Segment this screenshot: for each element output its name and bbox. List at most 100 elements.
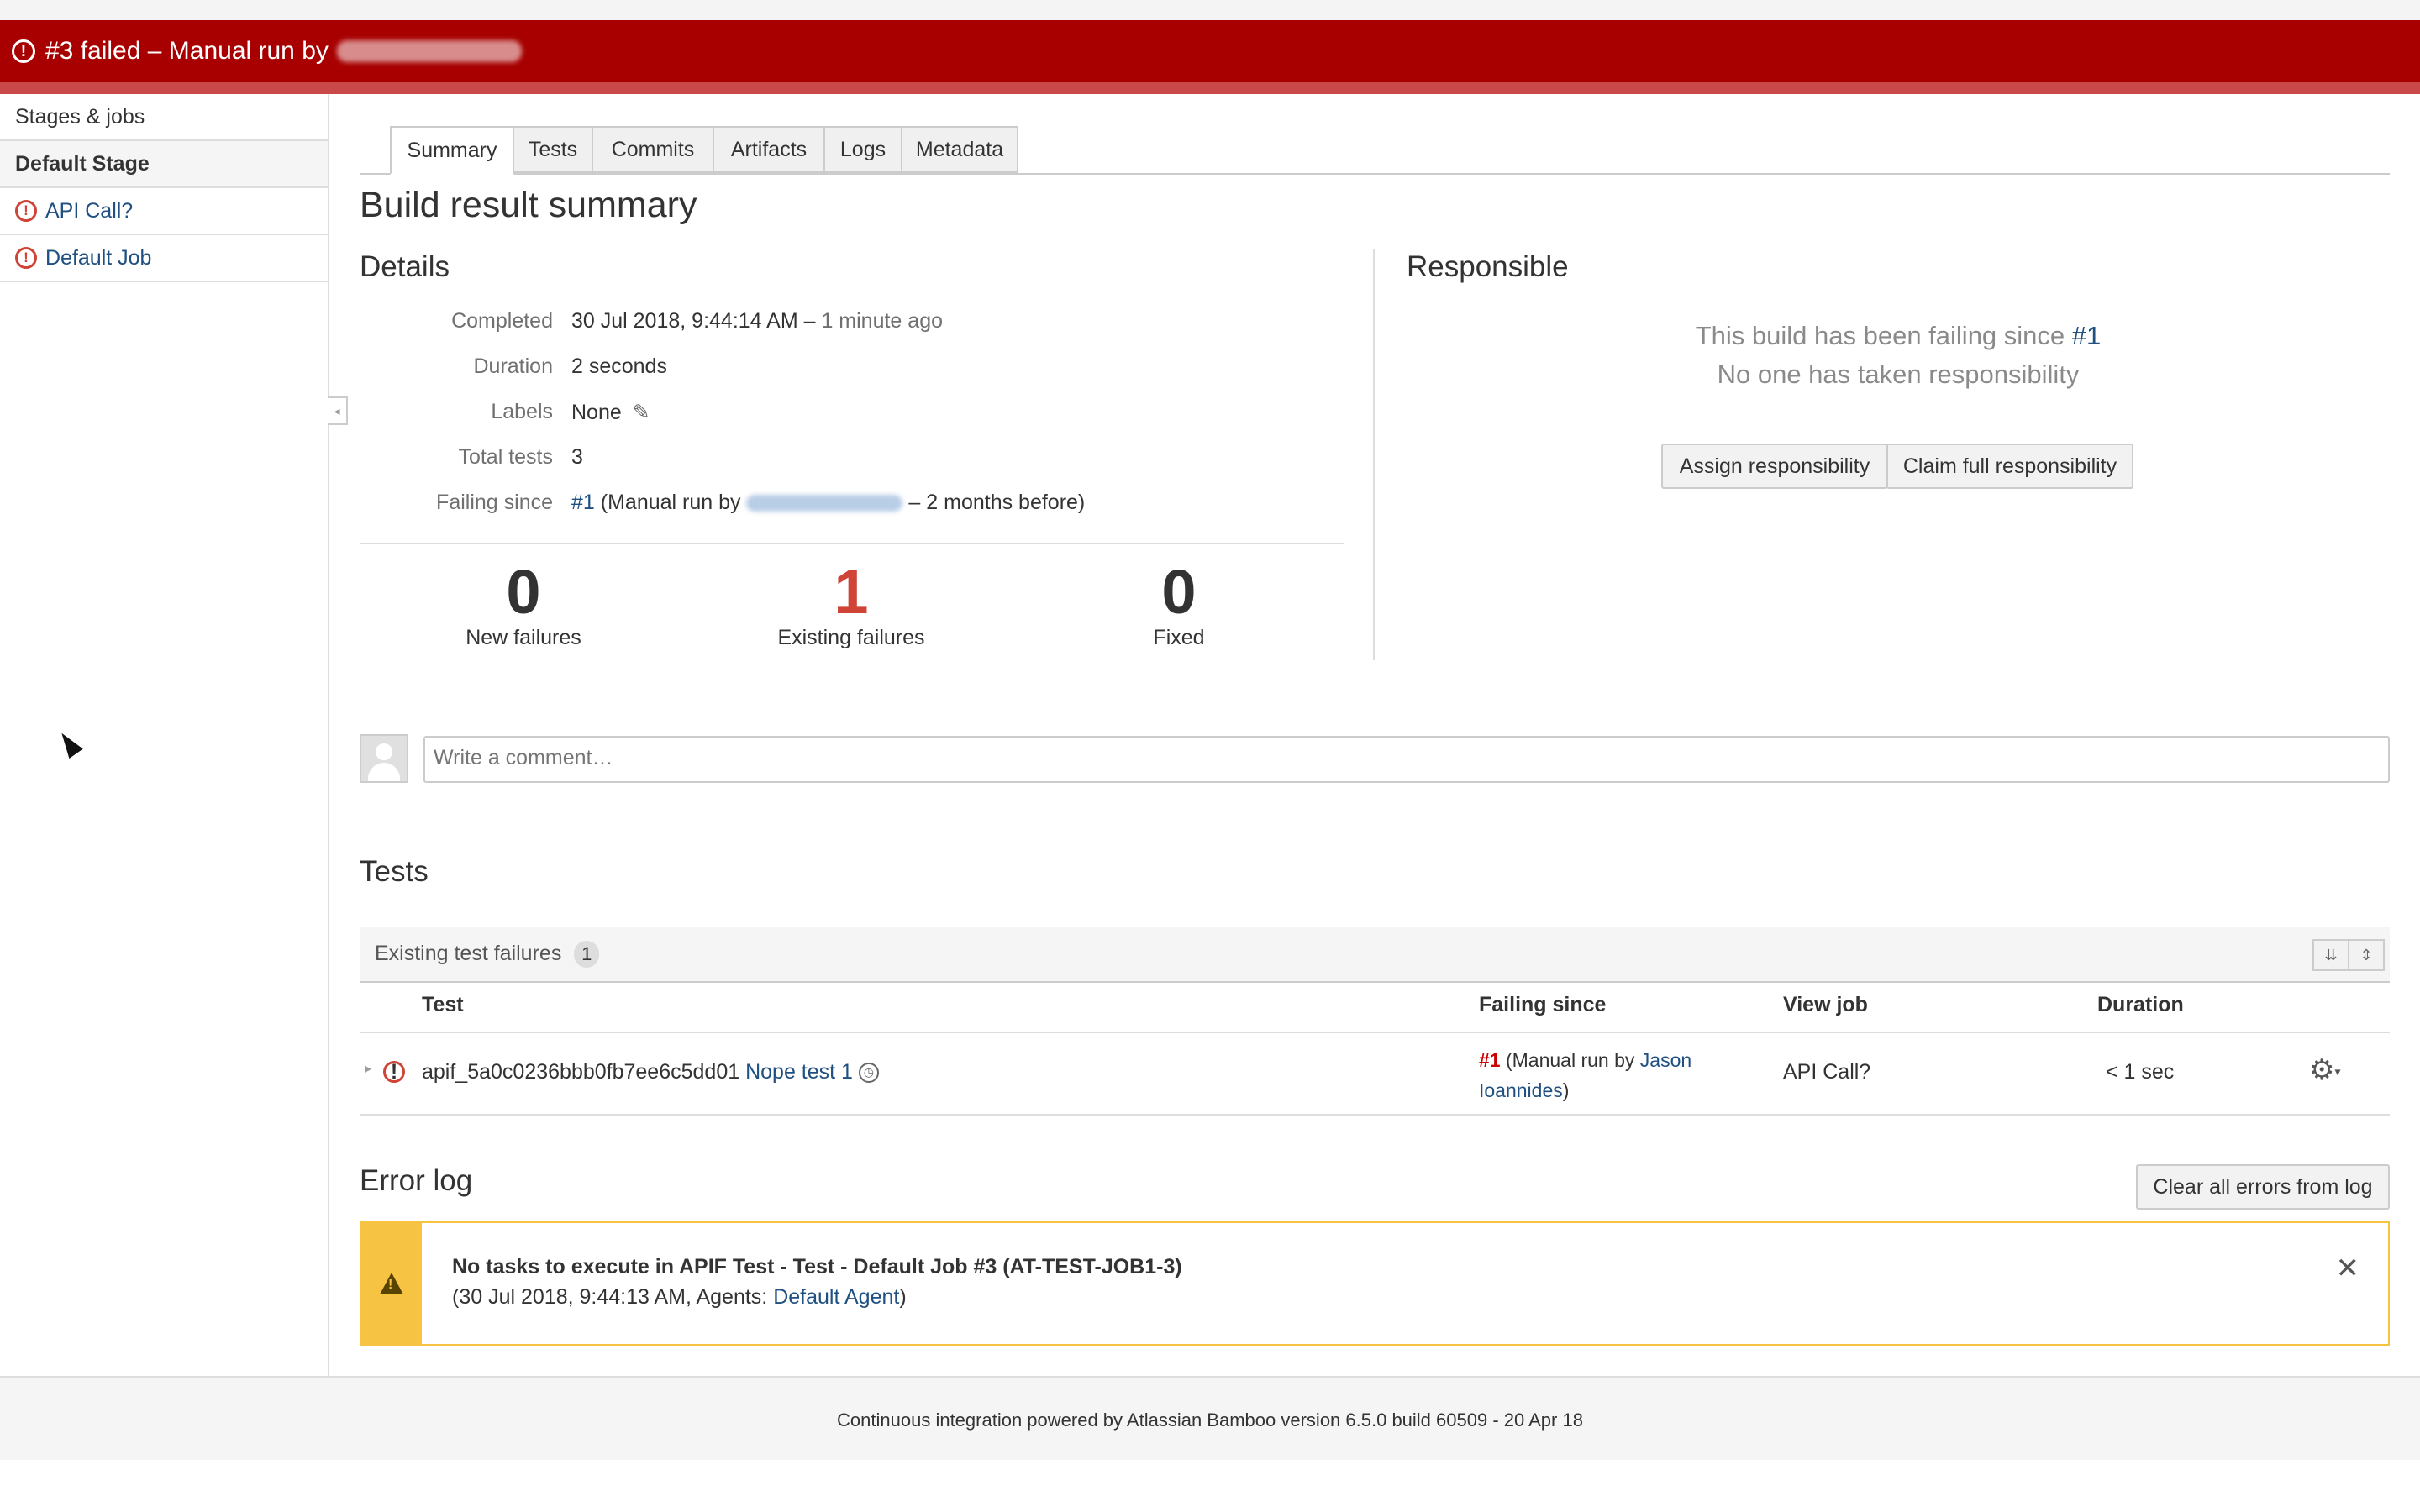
error-message-prefix: (30 Jul 2018, 9:44:13 AM, Agents:: [452, 1285, 768, 1309]
table-row-divider: [360, 1114, 2390, 1116]
sidebar-header-label: Stages & jobs: [15, 104, 145, 129]
column-header-test: Test: [422, 993, 464, 1016]
sidebar-job-link[interactable]: API Call?: [45, 199, 133, 223]
error-log-heading: Error log: [360, 1164, 473, 1197]
labels-value: None: [571, 401, 622, 424]
expand-row-icon[interactable]: ▸: [365, 1060, 371, 1077]
failing-since-cell: #1 (Manual run by Jason Ioannides): [1479, 1045, 1731, 1105]
error-message-suffix: ): [899, 1285, 907, 1309]
table-header-divider: [360, 1032, 2390, 1033]
responsible-none: No one has taken responsibility: [1717, 360, 2080, 389]
sidebar-header: Stages & jobs: [0, 94, 328, 141]
exclamation-circle-icon: !: [15, 247, 37, 269]
tab-label: Artifacts: [730, 137, 808, 161]
test-cell: apif_5a0c0236bbb0fb7ee6c5dd01 Nope test …: [422, 1060, 879, 1084]
stat-number: 0: [506, 557, 541, 627]
sidebar-collapse-handle[interactable]: ◂: [328, 396, 348, 425]
stat-caption: New failures: [466, 626, 581, 650]
tab-summary[interactable]: Summary: [390, 126, 514, 175]
footer: Continuous integration powered by Atlass…: [0, 1376, 2420, 1462]
tab-metadata[interactable]: Metadata: [901, 126, 1018, 173]
sidebar-stage-label: Default Stage: [15, 151, 150, 176]
test-group-count-badge: 1: [574, 941, 600, 968]
pencil-icon[interactable]: ✎: [633, 401, 650, 424]
column-header-view-job: View job: [1783, 993, 1868, 1016]
error-message-detail: (30 Jul 2018, 9:44:13 AM, Agents: Defaul…: [452, 1285, 907, 1310]
detail-completed: Completed 30 Jul 2018, 9:44:14 AM – 1 mi…: [360, 309, 1351, 343]
failing-since-tail: – 2 months before): [908, 491, 1086, 514]
tab-label: Tests: [528, 137, 578, 161]
clock-icon[interactable]: ◷: [858, 1063, 879, 1084]
assign-responsibility-button[interactable]: Assign responsibility: [1661, 444, 1888, 489]
detail-labels: Labels None ✎: [360, 400, 1351, 433]
sidebar-job-link[interactable]: Default Job: [45, 246, 151, 270]
sidebar-item-default-job[interactable]: ! Default Job: [0, 235, 328, 282]
warning-bar: [361, 1223, 422, 1344]
comment-input[interactable]: [424, 736, 2390, 783]
failing-since-build-link[interactable]: #1: [1479, 1049, 1501, 1071]
responsible-build-link[interactable]: #1: [2072, 321, 2101, 350]
test-class: apif_5a0c0236bbb0fb7ee6c5dd01: [422, 1060, 740, 1084]
exclamation-circle-icon: !: [15, 200, 37, 222]
detail-value: None ✎: [571, 400, 650, 425]
responsible-failing-since: This build has been failing since #1: [1407, 321, 2390, 351]
detail-failing-since: Failing since #1 (Manual run by – 2 mont…: [360, 491, 1351, 524]
view-job-link[interactable]: API Call?: [1783, 1060, 1870, 1084]
responsible-line1: This build has been failing since: [1695, 321, 2065, 350]
footer-bottom: [0, 1460, 2420, 1512]
total-tests-value: 3: [571, 445, 583, 469]
tab-label: Summary: [407, 138, 497, 162]
user-link[interactable]: Jason: [1640, 1049, 1691, 1071]
test-name-link[interactable]: Nope test 1: [745, 1060, 853, 1084]
sidebar: Stages & jobs Default Stage ! API Call? …: [0, 94, 329, 1376]
error-message-title: No tasks to execute in APIF Test - Test …: [452, 1255, 1182, 1278]
details-heading: Details: [360, 250, 450, 283]
duration-cell: < 1 sec: [2106, 1060, 2175, 1084]
detail-value: #1 (Manual run by – 2 months before): [571, 491, 1085, 515]
stat-existing-failures: 1 Existing failures: [725, 558, 977, 650]
stat-new-failures: 0 New failures: [397, 558, 650, 650]
tab-bar: Summary Tests Commits Artifacts Logs Met…: [360, 126, 2390, 175]
test-group-title-wrap: Existing test failures 1: [375, 941, 600, 968]
stat-fixed: 0 Fixed: [1053, 558, 1305, 650]
tab-logs[interactable]: Logs: [823, 126, 902, 173]
stat-caption: Fixed: [1153, 626, 1205, 650]
avatar: [360, 734, 408, 783]
tab-tests[interactable]: Tests: [513, 126, 593, 173]
redacted-username: [336, 40, 522, 62]
failing-since-text: (Manual run by: [600, 491, 741, 514]
tab-commits[interactable]: Commits: [592, 126, 714, 173]
stat-number: 0: [1161, 557, 1197, 627]
tab-artifacts[interactable]: Artifacts: [713, 126, 825, 173]
labels-link[interactable]: Labels: [491, 400, 553, 424]
stat-number: 1: [834, 557, 869, 627]
detail-label: Completed: [451, 309, 553, 333]
avatar-body: [368, 763, 400, 781]
responsible-heading: Responsible: [1407, 250, 1569, 283]
detail-label: Failing since: [436, 491, 553, 514]
avatar-head: [376, 743, 392, 760]
failing-since-close: ): [1562, 1079, 1570, 1101]
claim-responsibility-button[interactable]: Claim full responsibility: [1886, 444, 2133, 489]
duration-value: 2 seconds: [571, 354, 667, 378]
chevron-down-icon: ▾: [2334, 1064, 2341, 1079]
tests-heading: Tests: [360, 855, 429, 888]
expand-all-icon[interactable]: ⇕: [2348, 939, 2385, 971]
close-icon[interactable]: ✕: [2336, 1252, 2360, 1285]
completed-ago: 1 minute ago: [821, 309, 943, 333]
gear-icon[interactable]: ⚙▾: [2309, 1053, 2341, 1087]
user-link[interactable]: Ioannides: [1479, 1079, 1563, 1101]
failing-since-text: (Manual run by: [1505, 1049, 1635, 1071]
footer-text: Continuous integration powered by Atlass…: [837, 1410, 1583, 1431]
detail-value: 30 Jul 2018, 9:44:14 AM – 1 minute ago: [571, 309, 943, 333]
collapse-all-icon[interactable]: ⇊: [2312, 939, 2349, 971]
failing-since-build-link[interactable]: #1: [571, 491, 595, 514]
agent-link[interactable]: Default Agent: [773, 1285, 899, 1309]
exclamation-circle-icon: !: [12, 39, 35, 63]
clear-errors-button[interactable]: Clear all errors from log: [2136, 1164, 2390, 1210]
build-status-banner: ! #3 failed – Manual run by: [0, 20, 2420, 94]
sidebar-stage: Default Stage: [0, 141, 328, 188]
sidebar-item-api-call[interactable]: ! API Call?: [0, 188, 328, 235]
top-strip: [0, 0, 2420, 20]
tab-label: Logs: [839, 137, 886, 161]
